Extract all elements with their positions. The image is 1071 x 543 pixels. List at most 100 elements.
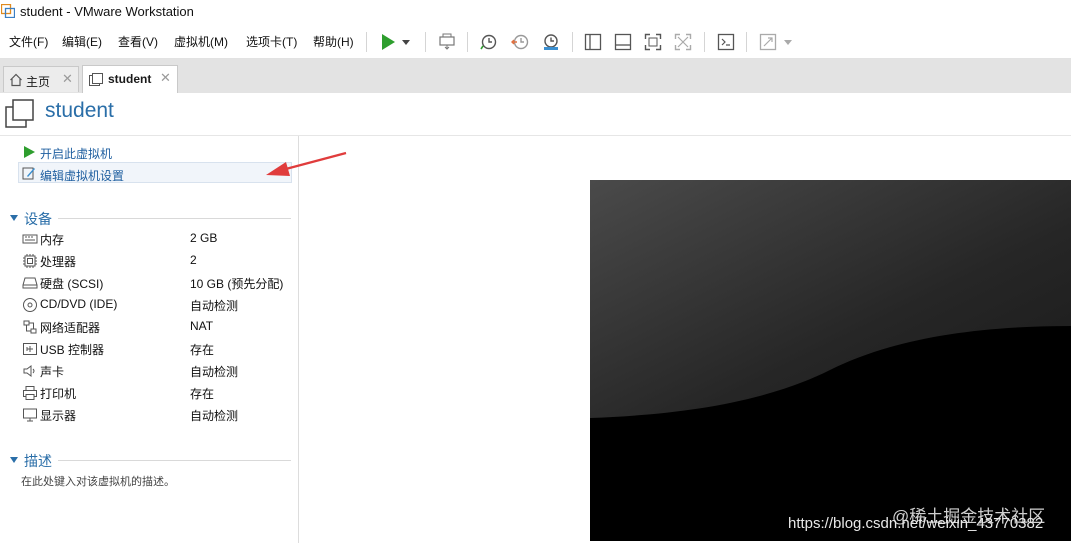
watermark-secondary: https://blog.csdn.net/weixin_43770382 xyxy=(788,515,1044,532)
device-row-printer[interactable]: 打印机 存在 xyxy=(22,382,292,404)
cd-dvd-icon xyxy=(23,298,37,312)
device-row-sound[interactable]: 声卡 自动检测 xyxy=(22,360,292,382)
edit-vm-settings-link[interactable]: 编辑虚拟机设置 xyxy=(40,167,124,184)
device-row-usb[interactable]: USB 控制器 存在 xyxy=(22,338,292,360)
tab-strip: 主页 ✕ student ✕ xyxy=(0,59,1071,94)
printer-icon xyxy=(23,386,37,400)
device-name: USB 控制器 xyxy=(40,343,105,357)
toolbar-separator xyxy=(746,32,747,52)
device-name: 声卡 xyxy=(40,365,65,379)
annotation-arrow-icon xyxy=(266,151,347,176)
menu-vm[interactable]: 虚拟机(M) xyxy=(174,33,228,50)
console-view-icon xyxy=(717,33,735,51)
tab-student[interactable]: student ✕ xyxy=(82,65,178,93)
thumbnail-bar-icon xyxy=(614,33,632,51)
device-value: 2 xyxy=(190,253,197,267)
device-name: 处理器 xyxy=(40,255,77,269)
device-row-display[interactable]: 显示器 自动检测 xyxy=(22,404,292,426)
device-name: 硬盘 (SCSI) xyxy=(40,277,104,291)
vmware-logo-icon xyxy=(1,4,15,18)
vm-icon xyxy=(89,73,103,86)
stretch-guest-icon xyxy=(759,33,777,51)
toolbar-separator xyxy=(366,32,367,52)
menu-toolbar: 文件(F) 编辑(E) 查看(V) 虚拟机(M) 选项卡(T) 帮助(H) xyxy=(0,24,1071,59)
menu-help[interactable]: 帮助(H) xyxy=(313,33,354,50)
snapshot-manager-icon xyxy=(544,34,558,50)
dropdown-arrow-icon xyxy=(784,40,792,45)
snapshot-icon xyxy=(480,34,497,50)
revert-snapshot-icon xyxy=(511,34,529,50)
description-placeholder[interactable]: 在此处键入对该虚拟机的描述。 xyxy=(21,473,175,489)
power-on-vm-link[interactable]: 开启此虚拟机 xyxy=(40,145,112,162)
vm-preview-screen[interactable] xyxy=(590,180,1071,541)
devices-heading[interactable]: 设备 xyxy=(24,209,52,229)
device-value: 存在 xyxy=(190,387,215,401)
device-value: 存在 xyxy=(190,343,215,357)
device-value: 2 GB xyxy=(190,231,218,245)
device-name: 网络适配器 xyxy=(40,321,101,335)
show-library-button[interactable] xyxy=(581,30,605,54)
thumbnail-bar-button[interactable] xyxy=(611,30,635,54)
power-dropdown-button[interactable] xyxy=(398,30,414,54)
revert-snapshot-button[interactable] xyxy=(508,30,532,54)
hard-disk-icon xyxy=(22,277,38,289)
sound-card-icon xyxy=(23,365,35,377)
collapse-arrow-icon[interactable] xyxy=(9,213,19,223)
device-name: CD/DVD (IDE) xyxy=(40,297,118,311)
device-name: 打印机 xyxy=(40,387,77,401)
show-library-icon xyxy=(584,33,602,51)
cpu-icon xyxy=(23,254,37,268)
close-icon[interactable]: ✕ xyxy=(160,70,171,86)
send-ctrl-alt-del-button[interactable] xyxy=(435,30,459,54)
menu-tabs[interactable]: 选项卡(T) xyxy=(246,33,297,50)
usb-icon xyxy=(23,343,37,355)
device-row-processor[interactable]: 处理器 2 xyxy=(22,250,292,272)
section-divider xyxy=(58,460,291,461)
display-icon xyxy=(23,408,37,422)
unity-button[interactable] xyxy=(671,30,695,54)
menu-file[interactable]: 文件(F) xyxy=(9,33,48,50)
collapse-arrow-icon[interactable] xyxy=(9,455,19,465)
device-row-memory[interactable]: 内存 2 GB xyxy=(22,228,292,250)
device-value: 自动检测 xyxy=(190,365,239,379)
tab-home[interactable]: 主页 ✕ xyxy=(3,66,79,92)
device-row-network[interactable]: 网络适配器 NAT xyxy=(22,316,292,338)
play-icon xyxy=(382,34,395,50)
device-name: 内存 xyxy=(40,233,65,247)
stretch-dropdown-button[interactable] xyxy=(780,30,796,54)
device-row-cd-dvd[interactable]: CD/DVD (IDE) 自动检测 xyxy=(22,294,292,316)
device-row-hard-disk[interactable]: 硬盘 (SCSI) 10 GB (预先分配) xyxy=(22,272,292,294)
dropdown-arrow-icon xyxy=(402,40,410,45)
device-name: 显示器 xyxy=(40,409,77,423)
window-title: student - VMware Workstation xyxy=(20,4,194,19)
home-icon xyxy=(10,73,22,87)
toolbar-separator xyxy=(425,32,426,52)
power-on-button[interactable] xyxy=(376,30,400,54)
network-adapter-icon xyxy=(23,320,37,334)
close-icon[interactable]: ✕ xyxy=(62,71,73,87)
memory-icon xyxy=(22,234,38,244)
device-value: 10 GB (预先分配) xyxy=(190,277,284,291)
stretch-guest-button[interactable] xyxy=(756,30,780,54)
toolbar-separator xyxy=(572,32,573,52)
console-view-button[interactable] xyxy=(714,30,738,54)
preview-gloss xyxy=(590,180,1071,541)
title-bar: student - VMware Workstation xyxy=(0,0,1071,24)
take-snapshot-button[interactable] xyxy=(477,30,501,54)
tab-student-label: student xyxy=(108,72,152,86)
vm-name-title: student xyxy=(45,99,114,122)
full-screen-icon xyxy=(644,33,662,51)
full-screen-button[interactable] xyxy=(641,30,665,54)
section-divider xyxy=(58,218,291,219)
snapshot-manager-button[interactable] xyxy=(539,30,563,54)
play-icon xyxy=(24,146,35,158)
menu-edit[interactable]: 编辑(E) xyxy=(62,33,102,50)
menu-view[interactable]: 查看(V) xyxy=(118,33,158,50)
description-heading[interactable]: 描述 xyxy=(24,451,52,471)
device-value: NAT xyxy=(190,319,214,333)
unity-icon xyxy=(674,33,692,51)
send-keys-icon xyxy=(439,33,455,50)
toolbar-separator xyxy=(704,32,705,52)
vm-header: student xyxy=(0,93,1071,136)
device-value: 自动检测 xyxy=(190,409,239,423)
